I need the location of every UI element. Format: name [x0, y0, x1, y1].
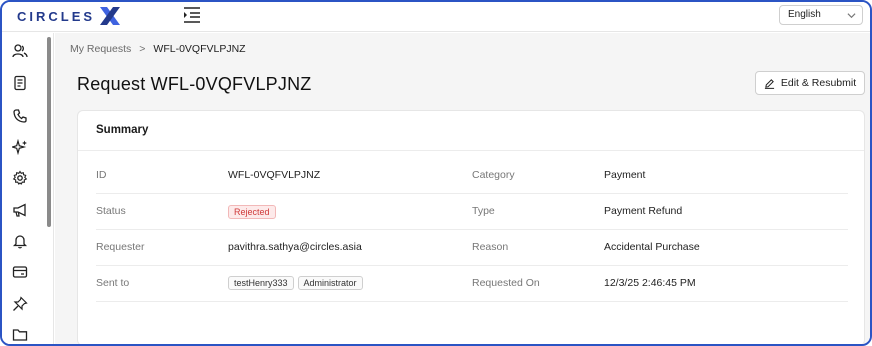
megaphone-icon[interactable]	[12, 202, 28, 218]
language-select[interactable]: English	[779, 5, 863, 25]
field-label-sent-to: Sent to	[96, 277, 130, 289]
app-window: CIRCLES English My Requests > WFL-0VQFVL…	[0, 0, 872, 346]
summary-title: Summary	[96, 124, 149, 136]
sparkle-icon[interactable]	[12, 139, 28, 155]
status-badge: Rejected	[228, 205, 276, 219]
breadcrumb-separator: >	[139, 43, 146, 55]
breadcrumb: My Requests > WFL-0VQFVLPJNZ	[70, 43, 246, 55]
folder-icon[interactable]	[12, 327, 28, 343]
field-label-id: ID	[96, 169, 107, 181]
breadcrumb-my-requests[interactable]: My Requests	[70, 43, 131, 55]
field-value-requester: pavithra.sathya@circles.asia	[228, 241, 362, 253]
language-value: English	[788, 9, 821, 20]
breadcrumb-current: WFL-0VQFVLPJNZ	[153, 43, 246, 55]
sent-to-tags: testHenry333 Administrator	[228, 276, 367, 290]
bell-icon[interactable]	[12, 233, 28, 249]
divider	[78, 150, 864, 151]
card-icon[interactable]	[12, 264, 28, 280]
edit-resubmit-button[interactable]: Edit & Resubmit	[755, 71, 865, 95]
field-value-category: Payment	[604, 169, 646, 181]
summary-row: Status Rejected Type Payment Refund	[96, 194, 848, 230]
recipient-tag: testHenry333	[228, 276, 294, 290]
field-value-reason: Accidental Purchase	[604, 241, 700, 253]
summary-row: ID WFL-0VQFVLPJNZ Category Payment	[96, 158, 848, 194]
field-label-category: Category	[472, 169, 515, 181]
edit-resubmit-label: Edit & Resubmit	[780, 77, 857, 89]
field-value-requested-on: 12/3/25 2:46:45 PM	[604, 277, 696, 289]
page-title: Request WFL-0VQFVLPJNZ	[77, 74, 312, 94]
summary-row: Sent to testHenry333 Administrator Reque…	[96, 266, 848, 302]
users-icon[interactable]	[12, 43, 28, 59]
field-label-reason: Reason	[472, 241, 509, 253]
circles-x-logo-icon	[100, 7, 121, 25]
field-label-status: Status	[96, 205, 126, 217]
edit-icon	[764, 78, 774, 89]
summary-card: Summary ID WFL-0VQFVLPJNZ Category Payme…	[77, 110, 865, 344]
field-value-id: WFL-0VQFVLPJNZ	[228, 169, 321, 181]
gear-icon[interactable]	[12, 170, 28, 186]
pin-icon[interactable]	[12, 296, 28, 312]
recipient-tag: Administrator	[297, 276, 363, 290]
field-label-type: Type	[472, 205, 495, 217]
field-label-requested-on: Requested On	[472, 277, 540, 289]
main-content: My Requests > WFL-0VQFVLPJNZ Request WFL…	[55, 33, 870, 344]
logo-text: CIRCLES	[17, 8, 96, 24]
document-icon[interactable]	[12, 75, 28, 91]
top-bar: CIRCLES English	[2, 2, 870, 32]
sidebar	[2, 33, 54, 344]
summary-row: Requester pavithra.sathya@circles.asia R…	[96, 230, 848, 266]
field-label-requester: Requester	[96, 241, 145, 253]
chevron-down-icon	[847, 13, 856, 19]
field-value-type: Payment Refund	[604, 205, 683, 217]
brand-logo[interactable]: CIRCLES	[17, 4, 123, 28]
phone-icon[interactable]	[12, 108, 28, 124]
sidebar-scrollbar[interactable]	[47, 37, 51, 227]
menu-collapse-icon[interactable]	[182, 6, 202, 24]
